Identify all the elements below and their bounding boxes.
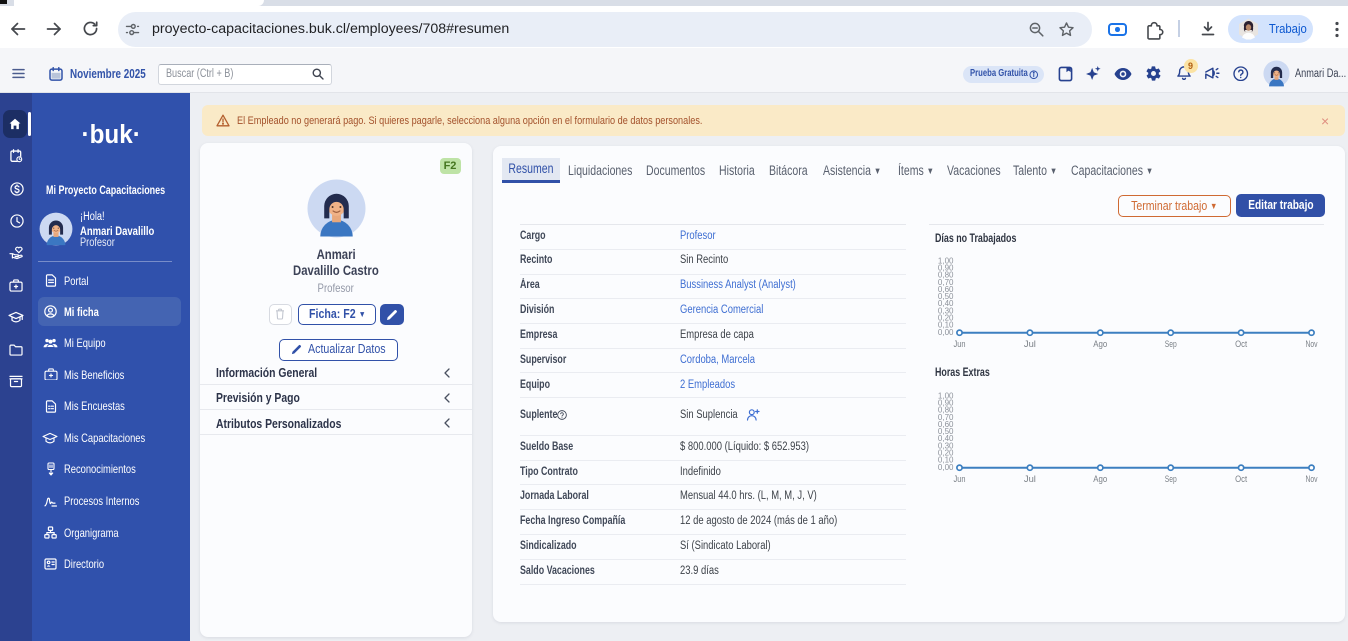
svg-text:Oct: Oct: [1235, 339, 1247, 349]
svg-text:Sep: Sep: [1165, 339, 1177, 349]
svg-text:Nov: Nov: [1306, 339, 1318, 349]
svg-text:Jun: Jun: [954, 474, 966, 484]
svg-text:Oct: Oct: [1235, 474, 1247, 484]
svg-text:Sep: Sep: [1165, 474, 1177, 484]
svg-text:0,00: 0,00: [938, 328, 954, 337]
svg-text:Jul: Jul: [1024, 474, 1036, 484]
svg-text:Nov: Nov: [1306, 474, 1318, 484]
svg-text:Ago: Ago: [1093, 474, 1107, 484]
svg-text:0,00: 0,00: [938, 463, 954, 472]
svg-text:Jun: Jun: [954, 339, 966, 349]
svg-text:Jul: Jul: [1024, 339, 1036, 349]
svg-text:Ago: Ago: [1093, 339, 1107, 349]
